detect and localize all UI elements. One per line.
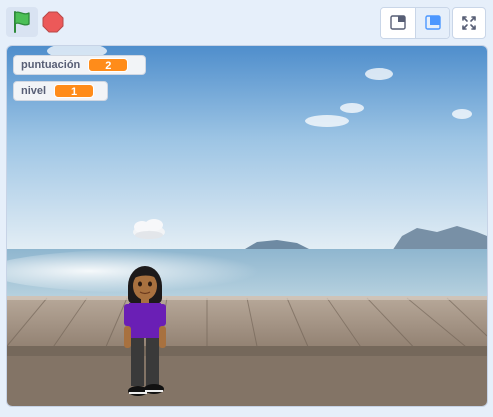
cloud-sprite[interactable] xyxy=(133,219,165,239)
normal-stage-button[interactable] xyxy=(415,8,449,38)
monitor-label: nivel xyxy=(21,85,47,97)
stage-canvas[interactable]: puntuación 2 nivel 1 xyxy=(6,45,488,407)
monitor-value: 2 xyxy=(88,58,129,72)
fullscreen-icon xyxy=(462,16,476,30)
monitor-puntuacion[interactable]: puntuación 2 xyxy=(13,55,146,75)
sky xyxy=(7,46,487,251)
monitor-nivel[interactable]: nivel 1 xyxy=(13,81,108,101)
small-stage-icon xyxy=(390,15,406,30)
monitor-value: 1 xyxy=(54,84,95,98)
green-flag-icon xyxy=(14,11,30,33)
stage-footer xyxy=(0,407,493,417)
normal-stage-icon xyxy=(425,15,441,30)
stop-button[interactable] xyxy=(42,11,64,33)
monitor-label: puntuación xyxy=(21,59,81,71)
small-stage-button[interactable] xyxy=(381,8,415,38)
fullscreen-button[interactable] xyxy=(452,7,486,39)
stop-icon xyxy=(42,11,64,33)
stage-header xyxy=(0,0,493,44)
green-flag-button[interactable] xyxy=(6,7,38,37)
stage-size-toggle xyxy=(380,7,450,39)
